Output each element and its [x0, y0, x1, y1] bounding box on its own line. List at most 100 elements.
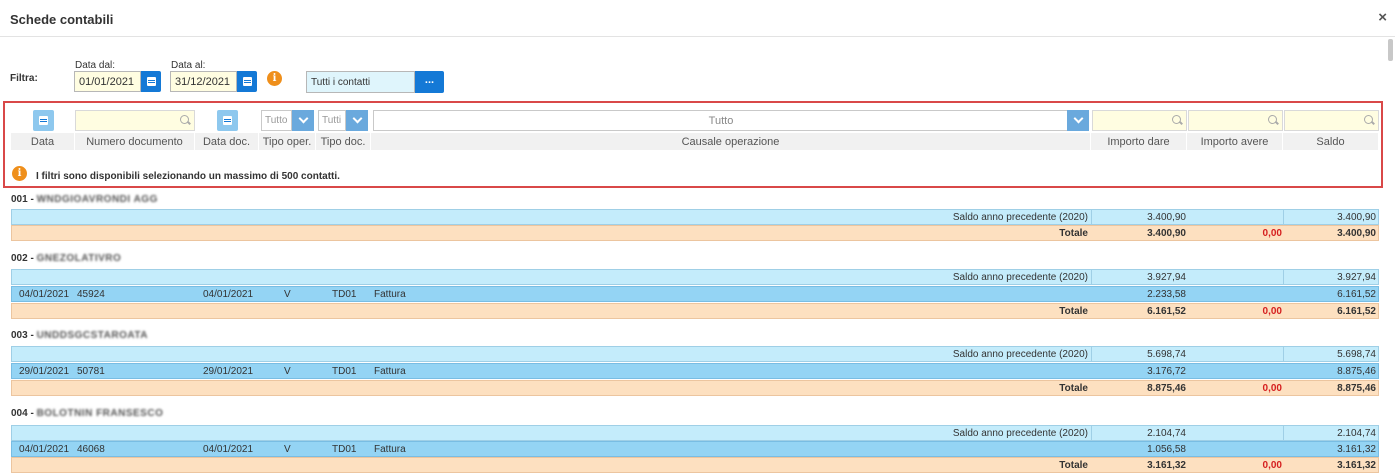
importo-dare-filter[interactable]	[1092, 110, 1187, 131]
calendar-icon	[39, 116, 48, 125]
prev-balance-row[interactable]: Saldo anno precedente (2020) 2.104,74 2.…	[11, 425, 1379, 441]
doc-saldo: 3.161,32	[1337, 444, 1376, 455]
doc-saldo: 8.875,46	[1337, 366, 1376, 377]
total-avere: 0,00	[1262, 383, 1282, 394]
scrollbar-thumb[interactable]	[1388, 39, 1393, 61]
prev-balance-label: Saldo anno precedente (2020)	[952, 272, 1088, 283]
contacts-picker-button[interactable]: ...	[415, 71, 444, 93]
column-divider	[1283, 270, 1284, 284]
scrollbar-track[interactable]	[1386, 37, 1395, 474]
total-avere: 0,00	[1262, 460, 1282, 471]
column-header-importo-dare[interactable]: Importo dare	[1091, 133, 1187, 150]
dare-value: 2.104,74	[1147, 428, 1186, 439]
column-divider	[1283, 347, 1284, 361]
column-header-importo-avere[interactable]: Importo avere	[1187, 133, 1283, 150]
doc-dare: 3.176,72	[1147, 366, 1186, 377]
close-icon[interactable]: ×	[1378, 9, 1387, 26]
group-header: 001 - WNDGIOAVRONDI AGG	[11, 194, 158, 205]
data-doc-filter-calendar-button[interactable]	[217, 110, 238, 131]
total-label: Totale	[1059, 460, 1088, 471]
group-header: 002 - GNEZOLATIVRO	[11, 253, 121, 264]
column-divider	[1091, 426, 1092, 440]
search-icon	[1364, 115, 1373, 124]
doc-number: 50781	[77, 366, 105, 377]
saldo-filter[interactable]	[1284, 110, 1379, 131]
column-header-saldo[interactable]: Saldo	[1283, 133, 1379, 150]
dare-value: 5.698,74	[1147, 349, 1186, 360]
group-code: 004 -	[11, 408, 34, 419]
causale-select[interactable]: Tutto	[373, 110, 1069, 131]
prev-balance-row[interactable]: Saldo anno precedente (2020) 3.400,90 3.…	[11, 209, 1379, 225]
dare-value: 3.400,90	[1147, 212, 1186, 223]
doc-data-doc: 04/01/2021	[203, 444, 254, 455]
tipo-oper-dropdown-button[interactable]	[292, 110, 314, 131]
group-code: 003 -	[11, 330, 34, 341]
column-divider	[1091, 210, 1092, 224]
saldo-value: 5.698,74	[1337, 349, 1376, 360]
date-to-label: Data al:	[171, 60, 206, 71]
doc-tipo-doc: TD01	[332, 289, 357, 300]
group-name: BOLOTNIN FRANSESCO	[36, 408, 164, 419]
total-dare: 8.875,46	[1147, 383, 1186, 394]
tipo-oper-select[interactable]: Tutto	[261, 110, 292, 131]
group-header: 003 - UNDDSGCSTAROATA	[11, 330, 148, 341]
doc-causale: Fattura	[374, 444, 406, 455]
column-header-causale[interactable]: Causale operazione	[371, 133, 1091, 150]
document-row[interactable]: 04/01/2021 45924 04/01/2021 V TD01 Fattu…	[11, 286, 1379, 302]
contacts-select[interactable]: Tutti i contatti	[306, 71, 415, 93]
numero-documento-filter[interactable]	[75, 110, 195, 131]
date-from-calendar-button[interactable]	[141, 71, 161, 92]
group-name: WNDGIOAVRONDI AGG	[36, 194, 158, 205]
doc-dare: 2.233,58	[1147, 289, 1186, 300]
total-row: Totale 3.161,32 0,00 3.161,32	[11, 457, 1379, 473]
group-header: 004 - BOLOTNIN FRANSESCO	[11, 408, 163, 419]
total-saldo: 8.875,46	[1337, 383, 1376, 394]
total-label: Totale	[1059, 383, 1088, 394]
doc-tipo-doc: TD01	[332, 366, 357, 377]
tipo-doc-select[interactable]: Tutti	[318, 110, 346, 131]
doc-tipo-oper: V	[284, 289, 291, 300]
data-filter-calendar-button[interactable]	[33, 110, 54, 131]
total-label: Totale	[1059, 306, 1088, 317]
total-dare: 3.161,32	[1147, 460, 1186, 471]
date-to-input[interactable]: 31/12/2021	[170, 71, 237, 92]
info-icon: i	[12, 166, 27, 181]
prev-balance-row[interactable]: Saldo anno precedente (2020) 5.698,74 5.…	[11, 346, 1379, 362]
date-from-label: Data dal:	[75, 60, 116, 71]
column-divider	[1091, 347, 1092, 361]
prev-balance-row[interactable]: Saldo anno precedente (2020) 3.927,94 3.…	[11, 269, 1379, 285]
info-icon[interactable]: i	[267, 71, 282, 86]
column-header-data[interactable]: Data	[11, 133, 75, 150]
importo-avere-filter[interactable]	[1188, 110, 1283, 131]
column-header-data-doc[interactable]: Data doc.	[195, 133, 259, 150]
date-from-input[interactable]: 01/01/2021	[74, 71, 141, 92]
doc-data-doc: 04/01/2021	[203, 289, 254, 300]
date-to-calendar-button[interactable]	[237, 71, 257, 92]
doc-number: 45924	[77, 289, 105, 300]
calendar-icon	[242, 77, 252, 86]
search-icon	[1268, 115, 1277, 124]
doc-causale: Fattura	[374, 289, 406, 300]
doc-date: 04/01/2021	[19, 444, 70, 455]
chevron-down-icon	[1073, 113, 1083, 124]
total-dare: 3.400,90	[1147, 228, 1186, 239]
saldo-value: 3.400,90	[1337, 212, 1376, 223]
column-header-tipo-oper[interactable]: Tipo oper.	[259, 133, 316, 150]
total-dare: 6.161,52	[1147, 306, 1186, 317]
total-row: Totale 8.875,46 0,00 8.875,46	[11, 380, 1379, 396]
column-header-tipo-doc[interactable]: Tipo doc.	[316, 133, 371, 150]
search-icon	[1172, 115, 1181, 124]
document-row[interactable]: 04/01/2021 46068 04/01/2021 V TD01 Fattu…	[11, 441, 1379, 457]
doc-saldo: 6.161,52	[1337, 289, 1376, 300]
dialog-title: Schede contabili	[10, 12, 114, 27]
group-code: 001 -	[11, 194, 34, 205]
column-header-numero-documento[interactable]: Numero documento	[75, 133, 195, 150]
document-row[interactable]: 29/01/2021 50781 29/01/2021 V TD01 Fattu…	[11, 363, 1379, 379]
chevron-down-icon	[298, 113, 308, 124]
tipo-doc-dropdown-button[interactable]	[346, 110, 368, 131]
causale-dropdown-button[interactable]	[1067, 110, 1089, 131]
dare-value: 3.927,94	[1147, 272, 1186, 283]
total-row: Totale 3.400,90 0,00 3.400,90	[11, 225, 1379, 241]
column-divider	[1283, 426, 1284, 440]
dialog-titlebar: Schede contabili ×	[0, 0, 1395, 37]
